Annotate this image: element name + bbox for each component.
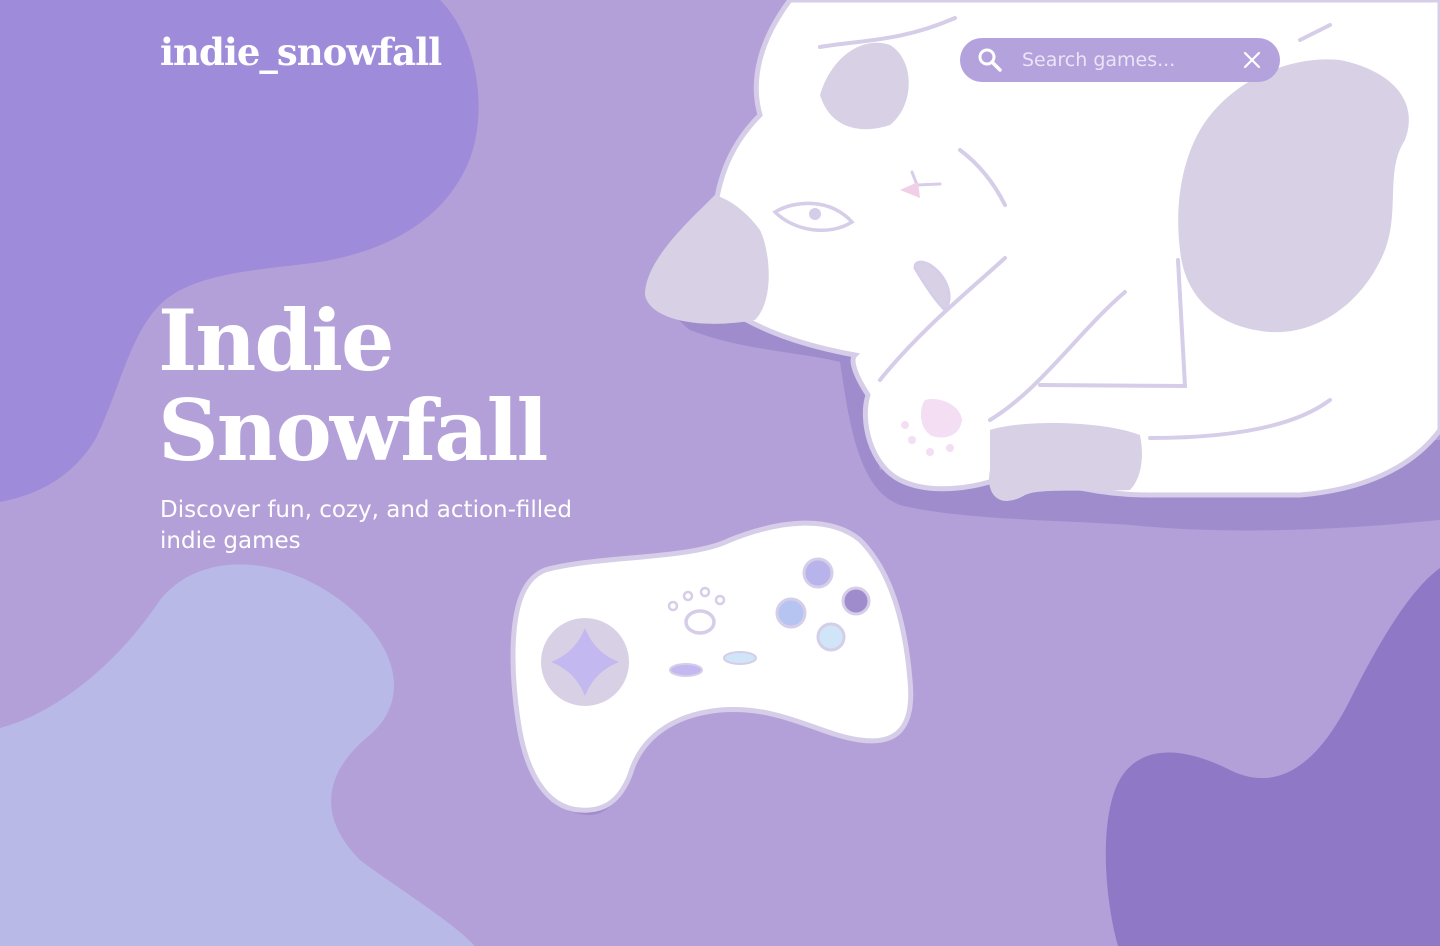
search-bar: [960, 38, 1280, 82]
search-icon[interactable]: [976, 46, 1004, 74]
site-logo[interactable]: indie_snowfall: [160, 28, 442, 76]
hero-title-line-2: Snowfall: [158, 381, 548, 480]
hero-title: Indie Snowfall: [158, 291, 548, 480]
blob-bottom-left: [0, 564, 475, 946]
search-input[interactable]: [1020, 39, 1238, 81]
close-icon[interactable]: [1238, 46, 1266, 74]
cat-tail-patch: [989, 423, 1142, 501]
landing-page: indie_snowfall Indie Snowfall Discover f…: [0, 0, 1440, 946]
blob-bottom-right: [1105, 568, 1440, 946]
hero-title-line-1: Indie: [158, 291, 394, 390]
hero-subtitle: Discover fun, cozy, and action-filled in…: [160, 497, 572, 554]
